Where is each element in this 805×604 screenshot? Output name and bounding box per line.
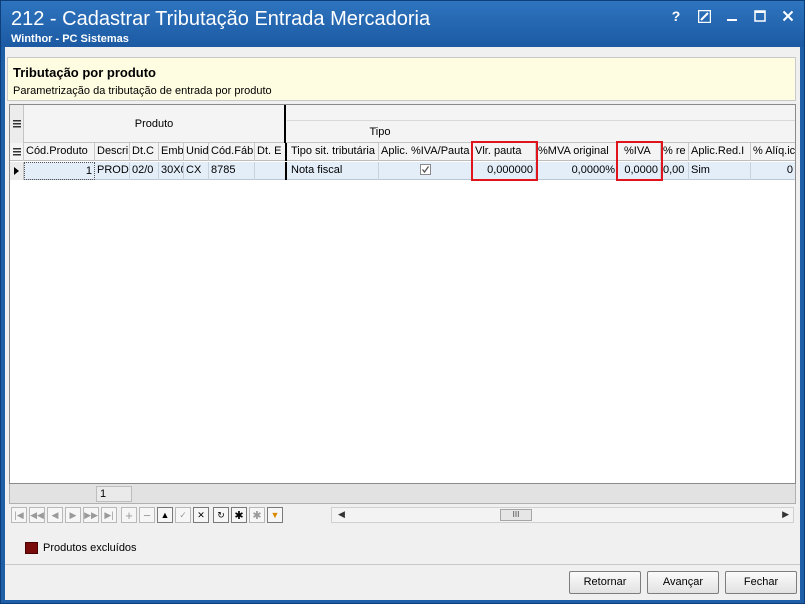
- legend-swatch: [25, 542, 38, 554]
- cell-descricao[interactable]: PRODU: [95, 162, 130, 180]
- col-dt-c[interactable]: Dt.C: [130, 143, 159, 161]
- help-icon[interactable]: ?: [668, 8, 684, 24]
- cell-emb[interactable]: 30X0: [159, 162, 184, 180]
- prior-page-icon[interactable]: ◀◀: [29, 507, 45, 523]
- fechar-label: Fechar: [743, 576, 779, 588]
- main-window: 212 - Cadastrar Tributação Entrada Merca…: [0, 0, 805, 604]
- col-perc-red[interactable]: % re: [661, 143, 689, 161]
- bottom-action-bar: Retornar Avançar Fechar: [5, 564, 800, 600]
- clear-filter-icon[interactable]: ✱: [249, 507, 265, 523]
- cell-vlr-pauta[interactable]: 0,000000: [473, 162, 536, 180]
- legend: Produtos excluídos: [25, 542, 137, 554]
- band-produto-label: Produto: [134, 118, 174, 130]
- page-subtitle: Parametrização da tributação de entrada …: [13, 85, 272, 97]
- cell-aplic-iva-pauta[interactable]: [379, 162, 473, 180]
- col-aliq-icm[interactable]: % Alíq.icm: [751, 143, 795, 161]
- next-page-icon[interactable]: ▶▶: [83, 507, 99, 523]
- col-cod-fab[interactable]: Cód.Fáb: [209, 143, 255, 161]
- col-unid[interactable]: Unid: [184, 143, 209, 161]
- band-tipo-area: Tipo: [287, 105, 795, 143]
- refresh-icon[interactable]: ↻: [213, 507, 229, 523]
- next-icon[interactable]: ▶: [65, 507, 81, 523]
- col-cod-produto[interactable]: Cód.Produto: [24, 143, 95, 161]
- avancar-button[interactable]: Avançar: [647, 571, 719, 594]
- band-produto[interactable]: Produto: [24, 105, 286, 143]
- avancar-label: Avançar: [662, 576, 704, 588]
- col-emb[interactable]: Emb: [159, 143, 184, 161]
- table-row[interactable]: 1 PRODU 02/0 30X0 CX 8785 Nota fiscal 0,…: [10, 162, 795, 180]
- col-iva[interactable]: %IVA: [618, 143, 661, 161]
- edit-icon[interactable]: ▲: [157, 507, 173, 523]
- page-title: Tributação por produto: [13, 65, 156, 80]
- column-header-row: Cód.Produto Descri Dt.C Emb Unid Cód.Fáb…: [10, 143, 795, 161]
- help-label: ?: [671, 8, 681, 24]
- cell-aplic-red[interactable]: Sim: [689, 162, 751, 180]
- legend-label: Produtos excluídos: [43, 542, 137, 554]
- scroll-thumb[interactable]: III: [500, 509, 532, 521]
- band-header-row: Produto Tipo: [10, 105, 795, 143]
- navigator-bar: |◀ ◀◀ ◀ ▶ ▶▶ ▶| + − ▲ ✓ ✕ ↻ ✱ ✱ ▼ ◀ III …: [9, 505, 796, 525]
- col-tipo-sit[interactable]: Tipo sit. tributária: [289, 143, 379, 161]
- close-icon[interactable]: [780, 8, 796, 24]
- col-descricao[interactable]: Descri: [95, 143, 130, 161]
- post-icon[interactable]: ✓: [175, 507, 191, 523]
- col-aplic-iva-pauta[interactable]: Aplic. %IVA/Pauta: [379, 143, 473, 161]
- cell-cod-fab[interactable]: 8785: [209, 162, 255, 180]
- record-count: 1: [96, 486, 132, 502]
- cell-dt-e[interactable]: [255, 162, 287, 180]
- col-aplic-red[interactable]: Aplic.Red.I: [689, 143, 751, 161]
- delete-icon[interactable]: −: [139, 507, 155, 523]
- scroll-right-icon[interactable]: ▶: [782, 509, 789, 520]
- horizontal-scrollbar[interactable]: ◀ III ▶: [331, 507, 794, 523]
- maximize-icon[interactable]: [752, 8, 768, 24]
- cell-unid[interactable]: CX: [184, 162, 209, 180]
- col-dt-e[interactable]: Dt. E: [255, 143, 287, 161]
- window-subtitle: Winthor - PC Sistemas: [11, 33, 129, 45]
- title-bar-buttons: ?: [668, 8, 796, 24]
- retornar-label: Retornar: [583, 576, 627, 588]
- cell-aliq-icm[interactable]: 0: [751, 162, 795, 180]
- band-tipo-top: [287, 105, 795, 121]
- last-icon[interactable]: ▶|: [101, 507, 117, 523]
- fechar-button[interactable]: Fechar: [725, 571, 797, 594]
- cell-iva[interactable]: 0,0000: [618, 162, 661, 180]
- insert-icon[interactable]: +: [121, 507, 137, 523]
- scroll-left-icon[interactable]: ◀: [338, 509, 345, 520]
- prior-icon[interactable]: ◀: [47, 507, 63, 523]
- cell-perc-red[interactable]: 0,00: [661, 162, 689, 180]
- grid-footer: 1: [9, 484, 796, 504]
- first-icon[interactable]: |◀: [11, 507, 27, 523]
- cancel-icon[interactable]: ✕: [193, 507, 209, 523]
- retornar-button[interactable]: Retornar: [569, 571, 641, 594]
- window-title: 212 - Cadastrar Tributação Entrada Merca…: [11, 8, 431, 30]
- edit-icon[interactable]: [696, 8, 712, 24]
- apply-filter-icon[interactable]: ✱: [231, 507, 247, 523]
- band-tipo[interactable]: Tipo: [287, 121, 473, 143]
- cell-dt-c[interactable]: 02/0: [130, 162, 159, 180]
- col-vlr-pauta[interactable]: Vlr. pauta: [473, 143, 536, 161]
- column-chooser-icon[interactable]: [10, 105, 24, 143]
- band-tipo-label: Tipo: [369, 126, 391, 138]
- aplic-iva-pauta-checkbox[interactable]: [420, 164, 431, 175]
- cell-cod-produto[interactable]: 1: [24, 162, 95, 180]
- header-panel: Tributação por produto Parametrização da…: [7, 57, 796, 101]
- current-row-indicator-icon: [10, 162, 24, 180]
- col-mva-original[interactable]: %MVA original: [536, 143, 618, 161]
- row-selector-header[interactable]: [10, 143, 24, 161]
- client-area: Tributação por produto Parametrização da…: [5, 47, 800, 600]
- cell-tipo-sit[interactable]: Nota fiscal: [289, 162, 379, 180]
- cell-mva-original[interactable]: 0,0000%: [536, 162, 618, 180]
- minimize-icon[interactable]: [724, 8, 740, 24]
- tributacao-grid[interactable]: Produto Tipo Cód.Produto Descri Dt.C Emb…: [9, 104, 796, 484]
- title-bar[interactable]: 212 - Cadastrar Tributação Entrada Merca…: [1, 1, 804, 47]
- filter-icon[interactable]: ▼: [267, 507, 283, 523]
